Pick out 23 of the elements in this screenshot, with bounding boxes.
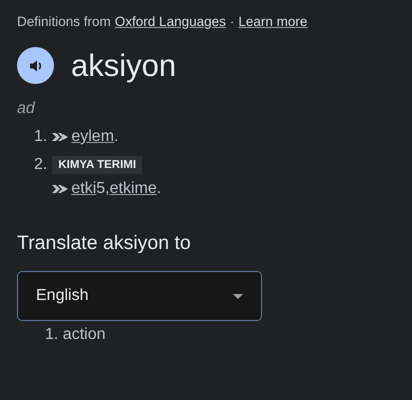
speaker-button[interactable] bbox=[17, 47, 54, 84]
sense-number: 2. bbox=[34, 156, 48, 175]
subject-label: KIMYA TERIMI bbox=[52, 156, 142, 174]
punctuation: . bbox=[114, 128, 118, 146]
translation-result: 1. action bbox=[45, 326, 106, 344]
dropdown-caret-icon bbox=[233, 294, 243, 298]
synonym-link[interactable]: etkime bbox=[110, 180, 157, 198]
speaker-icon bbox=[28, 58, 44, 74]
learn-more-link[interactable]: Learn more bbox=[238, 14, 308, 28]
language-dropdown[interactable]: English bbox=[17, 271, 262, 321]
punctuation: . bbox=[156, 180, 162, 198]
translate-heading: Translate aksiyon to bbox=[17, 232, 192, 255]
arrow-icon bbox=[52, 184, 70, 194]
headword: aksiyon bbox=[71, 48, 176, 84]
source-label: Definitions from bbox=[17, 14, 111, 28]
synonym-link[interactable]: eylem bbox=[71, 128, 114, 146]
arrow-icon bbox=[52, 132, 70, 142]
oxford-languages-link[interactable]: Oxford Languages bbox=[114, 14, 226, 28]
part-of-speech: ad bbox=[17, 100, 36, 118]
separator: · bbox=[230, 14, 234, 28]
synonym-link[interactable]: etki bbox=[71, 180, 96, 198]
sense-number: 1. bbox=[34, 128, 48, 146]
punctuation: 5, bbox=[96, 180, 110, 198]
